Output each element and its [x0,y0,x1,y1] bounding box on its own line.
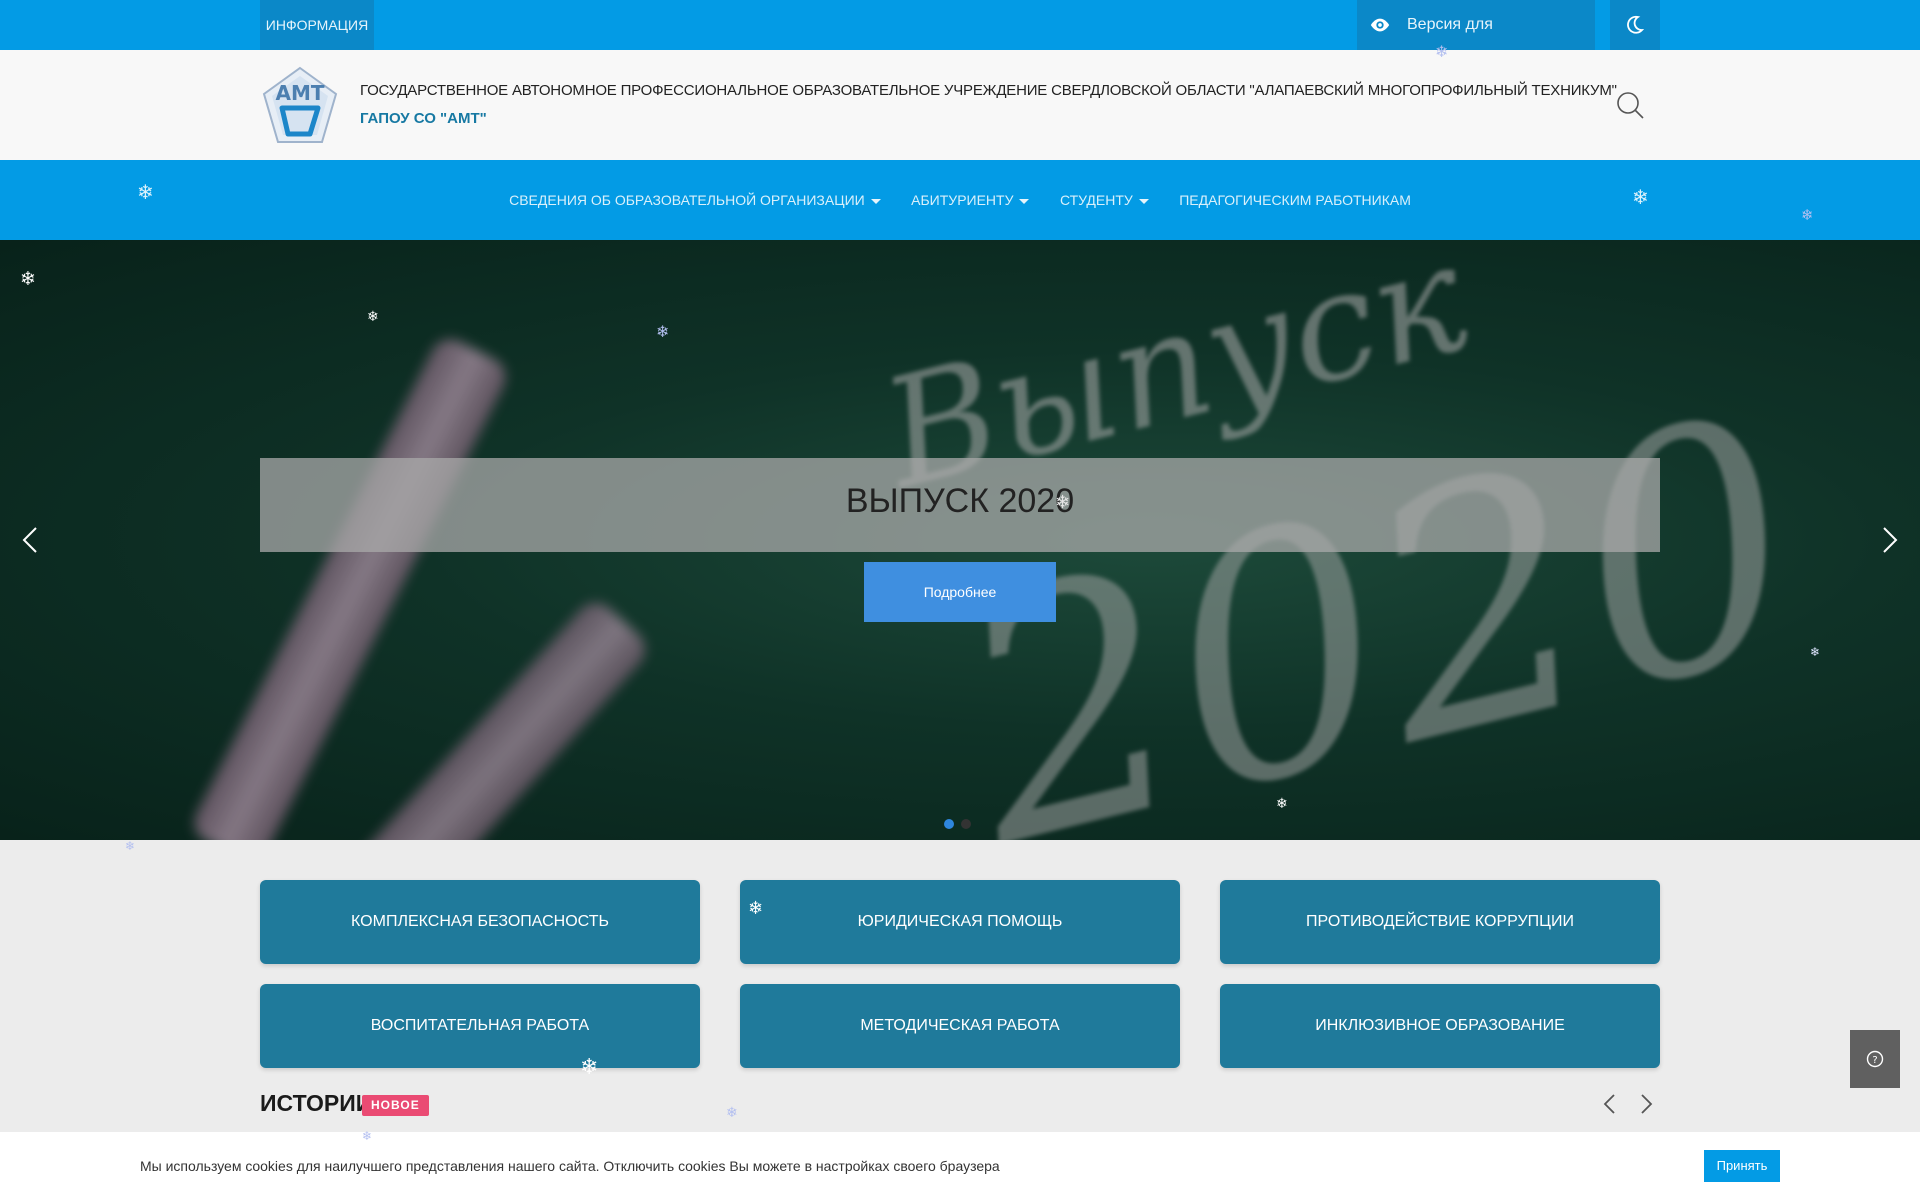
cookie-banner: Мы используем cookies для наилучшего пре… [0,1132,1920,1200]
snowflake-icon: ❄ [137,180,154,204]
prev-slide-icon[interactable] [16,520,46,560]
nav-item-organization[interactable]: СВЕДЕНИЯ ОБ ОБРАЗОВАТЕЛЬНОЙ ОРГАНИЗАЦИИ [509,160,881,240]
org-full-name: ГОСУДАРСТВЕННОЕ АВТОНОМНОЕ ПРОФЕССИОНАЛЬ… [360,82,1617,99]
tile-educational-work[interactable]: ВОСПИТАТЕЛЬНАЯ РАБОТА [260,984,700,1068]
snowflake-icon: ❄ [748,898,764,919]
tile-methodical-work[interactable]: МЕТОДИЧЕСКАЯ РАБОТА [740,984,1180,1068]
nav-item-applicant[interactable]: АБИТУРИЕНТУ [911,160,1030,240]
question-icon: ? [1866,1050,1884,1068]
svg-text:АМТ: АМТ [275,81,324,105]
snowflake-icon: ❄ [362,1129,373,1143]
snowflake-icon: ❄ [20,268,36,290]
snowflake-icon: ❄ [656,322,670,341]
low-vision-button[interactable]: Версия для слабовидящих [1357,0,1595,83]
help-button[interactable]: ? [1850,1030,1900,1088]
snowflake-icon: ❄ [580,1055,599,1080]
tile-anti-corruption[interactable]: ПРОТИВОДЕЙСТВИЕ КОРРУПЦИИ [1220,880,1660,964]
nav-item-student[interactable]: СТУДЕНТУ [1060,160,1149,240]
slider-dot[interactable] [961,819,971,829]
chevron-down-icon [1138,198,1149,204]
cookie-text: Мы используем cookies для наилучшего пре… [140,1158,1000,1174]
site-header: АМТ ГОСУДАРСТВЕННОЕ АВТОНОМНОЕ ПРОФЕССИО… [0,50,1920,160]
svg-text:?: ? [1872,1055,1877,1066]
info-button[interactable]: ИНФОРМАЦИЯ [260,0,374,50]
snowflake-icon: ❄ [125,839,136,853]
stories-next-icon[interactable] [1636,1092,1656,1116]
college-logo[interactable]: АМТ [260,64,340,146]
accept-cookies-button[interactable]: Принять [1704,1150,1780,1182]
tile-security[interactable]: КОМПЛЕКСНАЯ БЕЗОПАСНОСТЬ [260,880,700,964]
snowflake-icon: ❄ [1801,206,1814,224]
org-short-name: ГАПОУ СО "АМТ" [360,110,487,127]
stories-prev-icon[interactable] [1600,1092,1620,1116]
chevron-down-icon [870,198,881,204]
snowflake-icon: ❄ [1055,492,1071,513]
snowflake-icon: ❄ [367,309,379,325]
snowflake-icon: ❄ [1435,42,1449,61]
stories-title: ИСТОРИИ [260,1090,373,1116]
moon-icon [1627,15,1644,34]
theme-toggle-button[interactable] [1610,0,1660,50]
tile-inclusive-education[interactable]: ИНКЛЮЗИВНОЕ ОБРАЗОВАНИЕ [1220,984,1660,1068]
search-icon[interactable] [1615,90,1645,120]
next-slide-icon[interactable] [1874,520,1904,560]
more-button[interactable]: Подробнее [864,562,1056,622]
top-bar: ИНФОРМАЦИЯ Версия для слабовидящих [0,0,1920,83]
hero-slider: Выпуск 2020 ВЫПУСК 2020 Подробнее [0,240,1920,840]
snowflake-icon: ❄ [1276,796,1288,812]
chevron-down-icon [1019,198,1030,204]
snowflake-icon: ❄ [1810,645,1821,659]
eye-icon [1370,18,1390,32]
slider-dot[interactable] [944,819,954,829]
slide-title: ВЫПУСК 2020 [845,482,1075,520]
slide-caption: ВЫПУСК 2020 [260,458,1660,552]
nav-item-teachers[interactable]: ПЕДАГОГИЧЕСКИМ РАБОТНИКАМ [1179,160,1411,240]
slider-dots [944,816,978,834]
tile-legal-help[interactable]: ЮРИДИЧЕСКАЯ ПОМОЩЬ [740,880,1180,964]
snowflake-icon: ❄ [726,1105,738,1121]
snowflake-icon: ❄ [1632,185,1649,209]
new-badge: НОВОЕ [362,1095,429,1116]
